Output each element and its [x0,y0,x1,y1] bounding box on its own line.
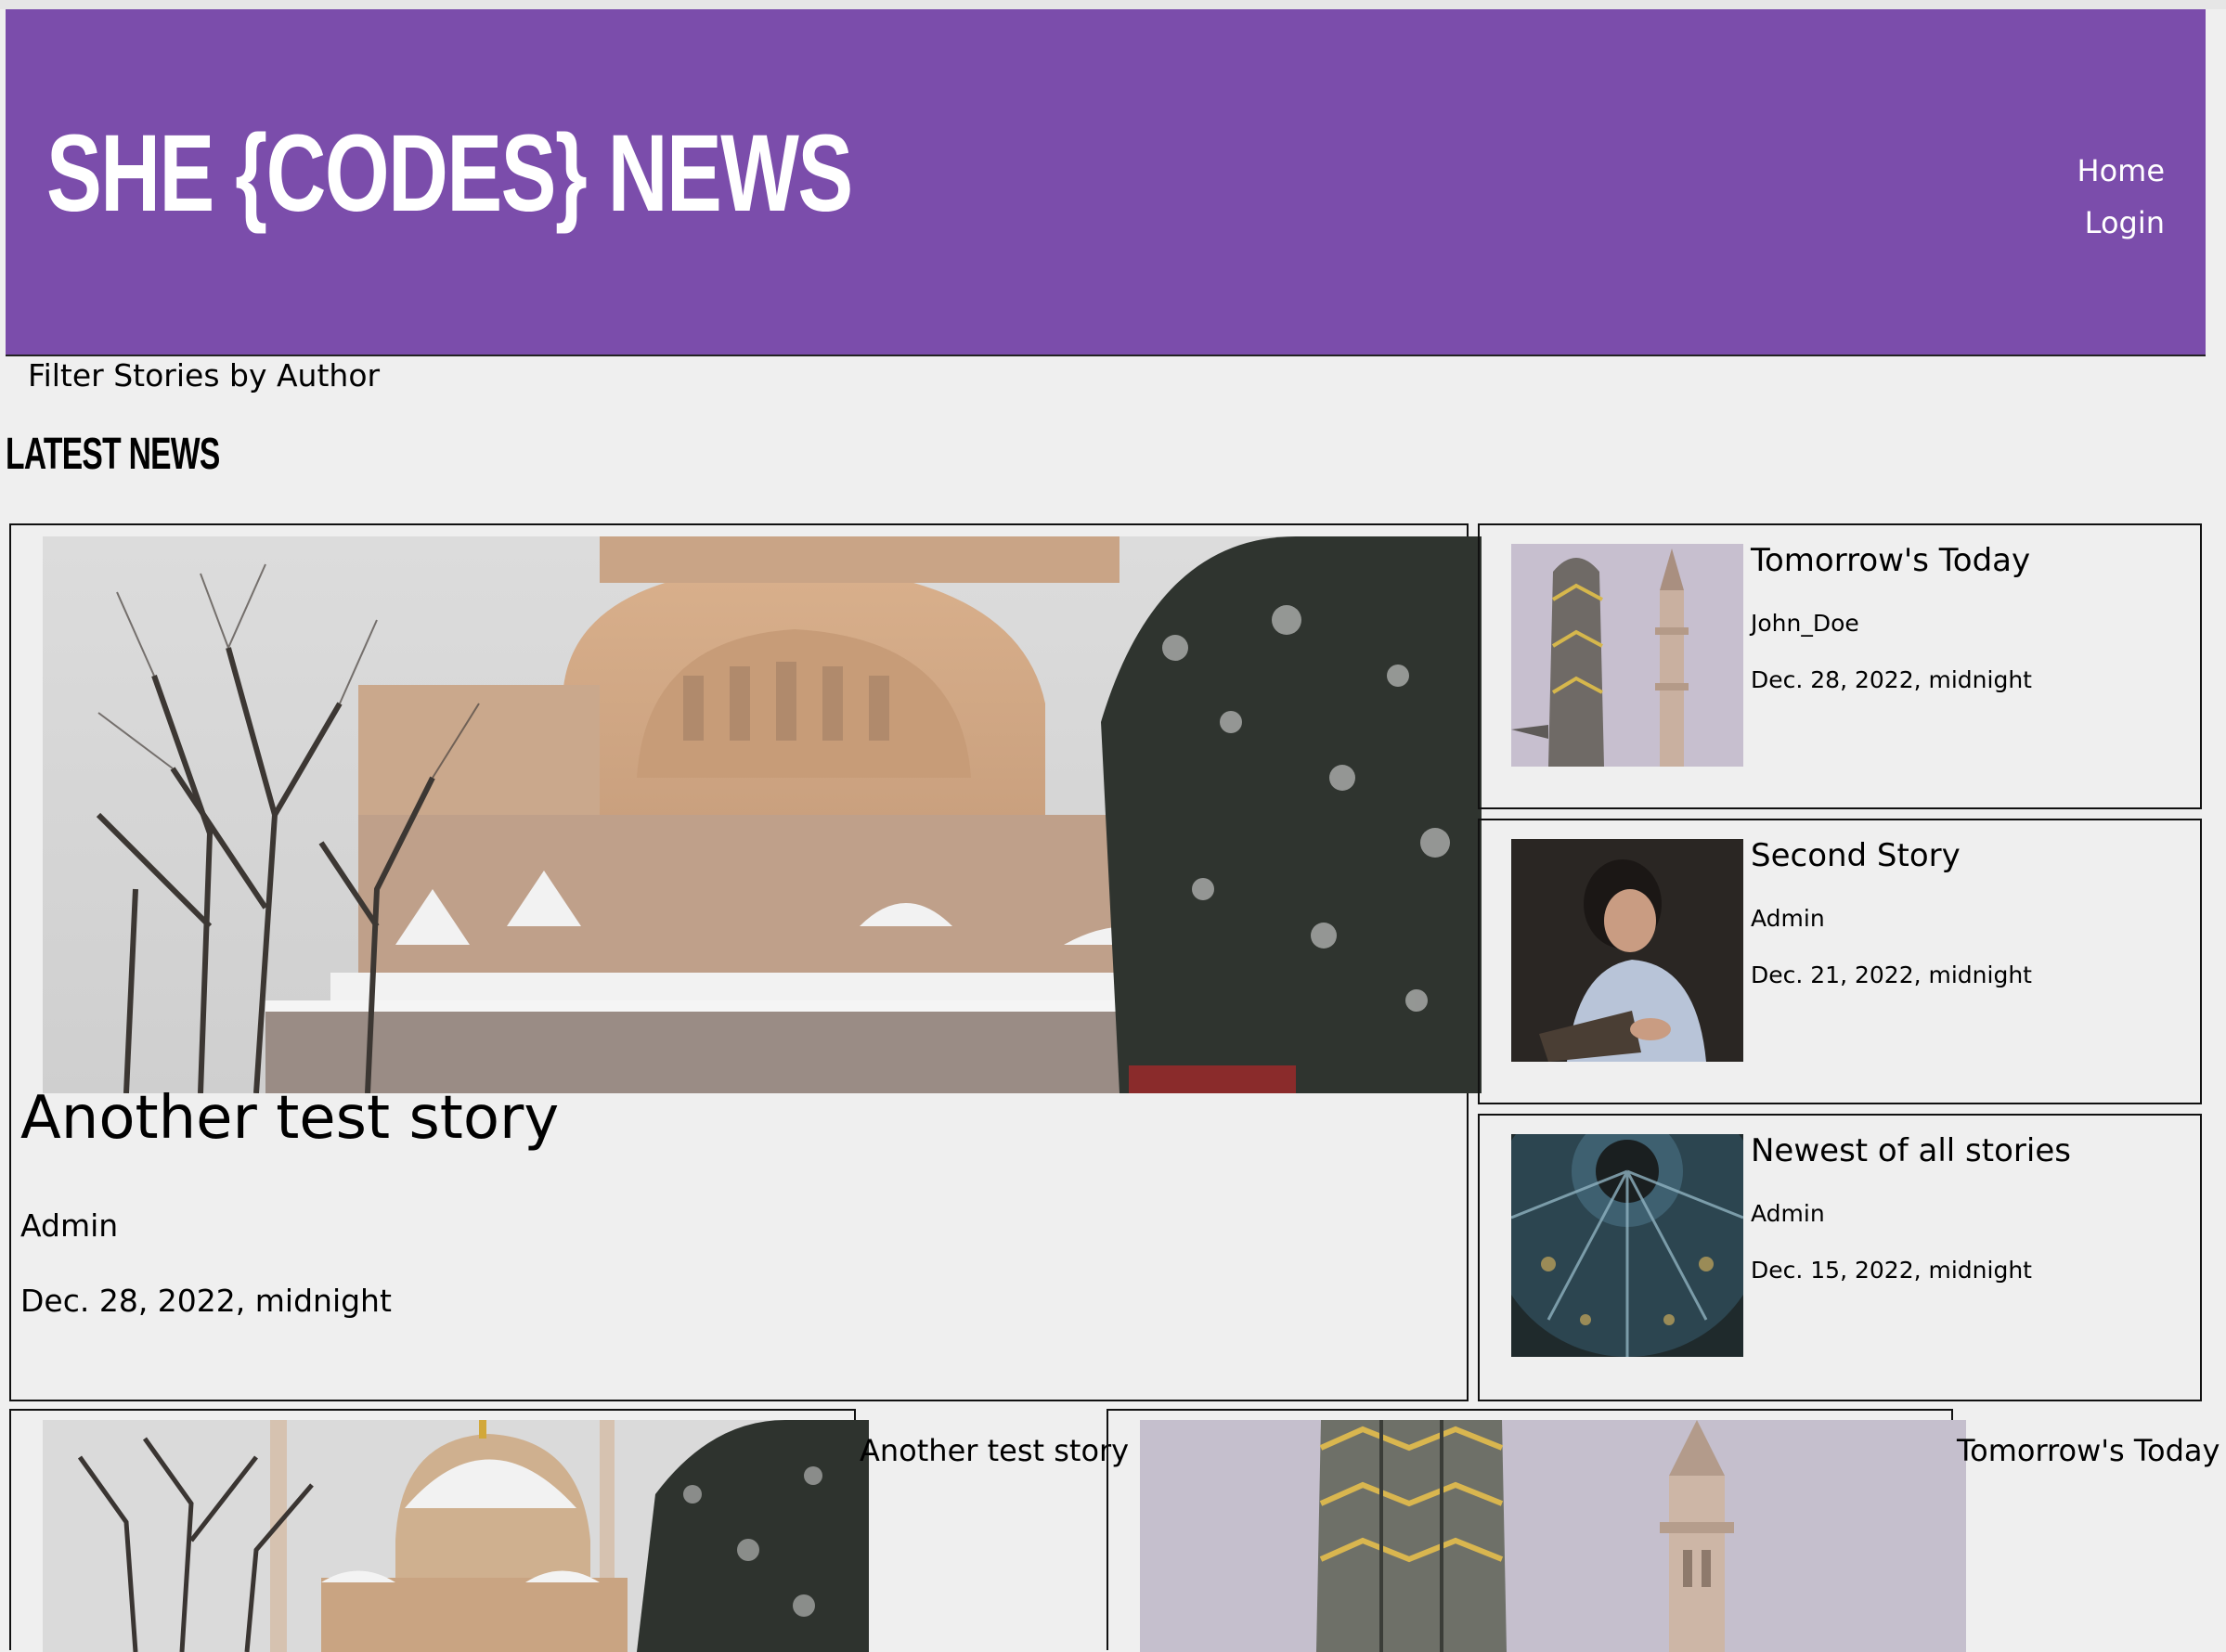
nav-login-link[interactable]: Login [2077,197,2165,249]
site-header: SHE {CODES} NEWS Home Login [6,9,2206,356]
featured-story-date: Dec. 28, 2022, midnight [20,1283,392,1319]
side-story-date: Dec. 15, 2022, midnight [1751,1257,2032,1284]
nav-home-link[interactable]: Home [2077,145,2166,197]
featured-story-title[interactable]: Another test story [20,1084,559,1153]
side-story-card[interactable]: Tomorrow's Today John_Doe Dec. 28, 2022,… [1478,523,2202,809]
story-grid-title[interactable]: Tomorrow's Today [1957,1433,2220,1468]
site-title[interactable]: SHE {CODES} NEWS [46,119,853,228]
story-grid-image [1140,1420,1966,1652]
side-story-title[interactable]: Tomorrow's Today [1751,542,2030,579]
story-grid-image [43,1420,869,1652]
side-story-author: Admin [1751,905,1825,932]
browser-top-strip [0,0,2226,9]
side-story-date: Dec. 28, 2022, midnight [1751,666,2032,693]
featured-story-image [43,536,1482,1093]
section-title-latest-news: LATEST NEWS [6,430,220,479]
side-story-image [1511,1134,1743,1357]
side-story-author: John_Doe [1751,610,1859,637]
story-grid-title[interactable]: Another test story [860,1433,1129,1468]
side-story-image [1511,544,1743,767]
main-nav: Home Login [2077,145,2166,249]
side-story-title[interactable]: Second Story [1751,837,1961,874]
side-story-card[interactable]: Second Story Admin Dec. 21, 2022, midnig… [1478,819,2202,1104]
side-story-image [1511,839,1743,1062]
story-grid-card[interactable] [9,1409,869,1652]
featured-story-author: Admin [20,1207,119,1244]
filter-stories-link[interactable]: Filter Stories by Author [28,357,380,394]
side-story-card[interactable]: Newest of all stories Admin Dec. 15, 202… [1478,1114,2202,1401]
side-story-date: Dec. 21, 2022, midnight [1751,962,2032,988]
side-story-author: Admin [1751,1200,1825,1227]
story-grid-card[interactable] [1107,1409,1966,1652]
side-story-title[interactable]: Newest of all stories [1751,1132,2071,1169]
featured-story-card[interactable]: Another test story Admin Dec. 28, 2022, … [9,523,1482,1401]
